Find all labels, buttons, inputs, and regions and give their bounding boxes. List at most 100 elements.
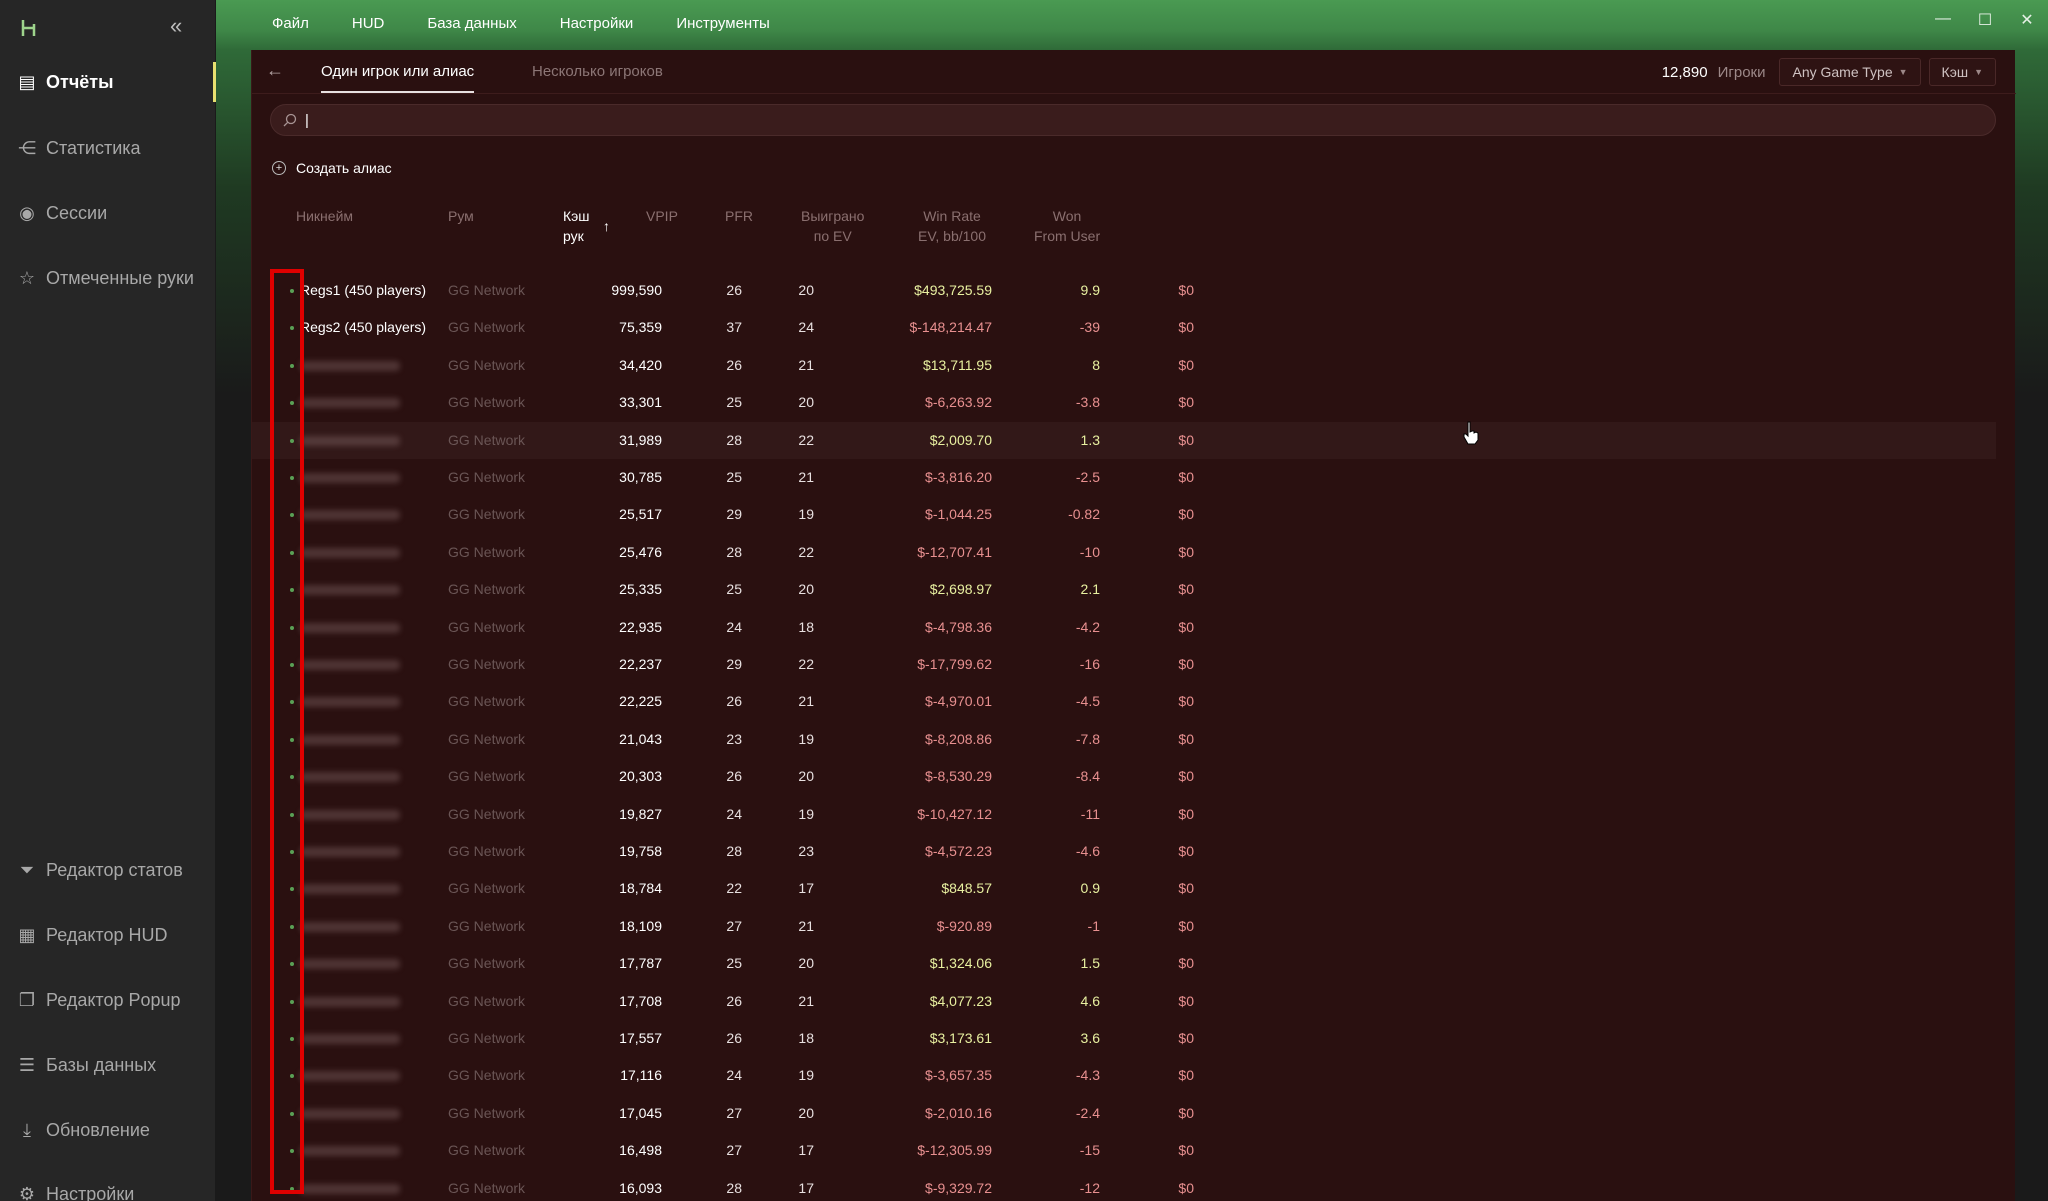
- table-row[interactable]: GG Network 19,758 28 23 $-4,572.23 -4.6 $0: [252, 833, 1996, 870]
- table-row[interactable]: GG Network 25,476 28 22 $-12,707.41 -10 $0: [252, 534, 1996, 571]
- tab-multiple-players[interactable]: Несколько игроков: [532, 63, 663, 80]
- table-row[interactable]: Regs2 (450 players) GG Network 75,359 37 24 $…: [252, 309, 1996, 346]
- cell-won-ev: $-4,970.01: [925, 693, 992, 710]
- create-alias-button[interactable]: + Создать алиас: [272, 160, 392, 176]
- sidebar-item-b3[interactable]: ☰ Базы данных: [0, 1041, 216, 1089]
- table-row[interactable]: GG Network 22,237 29 22 $-17,799.62 -16 $0: [252, 646, 1996, 683]
- cell-hands: 31,989: [619, 431, 662, 448]
- cell-win-rate: 4.6: [1080, 992, 1100, 1009]
- column-wfu-line1: Won: [1052, 208, 1082, 224]
- search-box[interactable]: [270, 104, 1996, 136]
- cell-hands: 30,785: [619, 469, 662, 485]
- column-won-ev[interactable]: Выиграно по EV: [801, 206, 864, 246]
- cell-won-ev: $-12,305.99: [917, 1142, 992, 1159]
- close-icon[interactable]: ✕: [2006, 10, 2048, 30]
- cell-won-ev: $-8,208.86: [925, 730, 992, 747]
- column-pfr[interactable]: PFR: [725, 206, 753, 226]
- table-row[interactable]: GG Network 17,708 26 21 $4,077.23 4.6 $0: [252, 983, 1996, 1020]
- table-row[interactable]: GG Network 22,225 26 21 $-4,970.01 -4.5 $0: [252, 683, 1996, 720]
- search-icon: [283, 113, 297, 127]
- column-win-rate[interactable]: Win Rate EV, bb/100: [918, 206, 986, 246]
- cell-room: GG Network: [448, 1142, 526, 1159]
- table-row[interactable]: GG Network 16,093 28 17 $-9,329.72 -12 $0: [252, 1170, 1996, 1201]
- menu-item[interactable]: Инструменты: [676, 15, 770, 32]
- table-row[interactable]: GG Network 19,827 24 19 $-10,427.12 -11 $0: [252, 796, 1996, 833]
- tab-single-player[interactable]: Один игрок или алиас: [321, 63, 475, 93]
- menu-item[interactable]: Файл: [272, 15, 309, 32]
- sidebar-item-label: Редактор Popup: [46, 989, 181, 1010]
- column-hands-line1: Кэш: [563, 208, 590, 224]
- column-room[interactable]: Рум: [448, 206, 474, 226]
- cell-pfr: 21: [798, 917, 814, 934]
- table-row[interactable]: GG Network 17,045 27 20 $-2,010.16 -2.4 $0: [252, 1095, 1996, 1132]
- sidebar-item-b5[interactable]: ⚙ Настройки: [0, 1170, 216, 1201]
- column-nick[interactable]: Никнейм: [296, 206, 353, 226]
- sidebar-item-t3[interactable]: ☆ Отмеченные руки: [0, 254, 216, 302]
- cell-vpip: 25: [726, 955, 742, 972]
- table-row[interactable]: GG Network 18,109 27 21 $-920.89 -1 $0: [252, 908, 1996, 945]
- sidebar-item-t0[interactable]: ▤ Отчёты: [0, 58, 216, 106]
- cell-won-ev: $-9,329.72: [925, 1179, 992, 1196]
- sidebar-item-label: Отмеченные руки: [46, 267, 194, 288]
- sidebar-item-t2[interactable]: ◉ Сессии: [0, 189, 216, 237]
- sidebar-item-label: Базы данных: [46, 1054, 157, 1075]
- cell-hands: 20,303: [619, 768, 662, 785]
- table-row[interactable]: GG Network 25,517 29 19 $-1,044.25 -0.82 $0: [252, 496, 1996, 533]
- sidebar-item-t1[interactable]: ⋲ Статистика: [0, 124, 216, 172]
- sidebar-item-b1[interactable]: ▦ Редактор HUD: [0, 911, 216, 959]
- cell-won-from-user: $0: [1178, 805, 1194, 822]
- table-row[interactable]: GG Network 25,335 25 20 $2,698.97 2.1 $0: [252, 571, 1996, 608]
- table-row[interactable]: GG Network 20,303 26 20 $-8,530.29 -8.4 $0: [252, 758, 1996, 795]
- table-row[interactable]: GG Network 30,785 25 21 $-3,816.20 -2.5 $0: [252, 459, 1996, 496]
- minimize-icon[interactable]: —: [1922, 10, 1964, 30]
- table-row[interactable]: GG Network 17,557 26 18 $3,173.61 3.6 $0: [252, 1020, 1996, 1057]
- table-row[interactable]: GG Network 31,989 28 22 $2,009.70 1.3 $0: [252, 421, 1996, 459]
- menu-item[interactable]: Настройки: [560, 15, 634, 32]
- mode-dropdown[interactable]: Кэш ▼: [1928, 58, 1996, 86]
- cell-won-from-user: $0: [1178, 1030, 1194, 1046]
- cell-win-rate: -8.4: [1075, 768, 1100, 785]
- table-row[interactable]: GG Network 17,116 24 19 $-3,657.35 -4.3 $0: [252, 1057, 1996, 1094]
- menu-item[interactable]: База данных: [427, 15, 516, 32]
- cell-room: GG Network: [448, 469, 526, 485]
- cell-win-rate: -4.3: [1075, 1067, 1100, 1084]
- cell-hands: 999,590: [611, 282, 662, 298]
- cell-won-ev: $2,698.97: [929, 581, 992, 598]
- table-row[interactable]: GG Network 21,043 23 19 $-8,208.86 -7.8 $0: [252, 721, 1996, 758]
- table-row[interactable]: GG Network 22,935 24 18 $-4,798.36 -4.2 $0: [252, 609, 1996, 646]
- table-row[interactable]: GG Network 34,420 26 21 $13,711.95 8 $0: [252, 347, 1996, 384]
- maximize-icon[interactable]: ☐: [1964, 10, 2006, 30]
- table-row[interactable]: GG Network 18,784 22 17 $848.57 0.9 $0: [252, 870, 1996, 907]
- column-won-from-user[interactable]: Won From User: [1034, 206, 1100, 246]
- search-input[interactable]: [305, 111, 1955, 129]
- collapse-sidebar-icon[interactable]: «: [170, 14, 182, 38]
- cell-vpip: 25: [726, 581, 742, 598]
- cell-hands: 19,758: [619, 843, 662, 859]
- cell-nickname-blurred: [300, 360, 400, 371]
- layout-icon: ▦: [18, 924, 36, 945]
- cell-nickname-blurred: [300, 697, 400, 708]
- sidebar-item-b2[interactable]: ❐ Редактор Popup: [0, 976, 216, 1024]
- cell-hands: 17,045: [619, 1104, 662, 1121]
- table-row[interactable]: GG Network 17,787 25 20 $1,324.06 1.5 $0: [252, 945, 1996, 982]
- sidebar-item-label: Отчёты: [46, 71, 114, 92]
- sidebar-item-b0[interactable]: ⏷ Редактор статов: [0, 846, 216, 894]
- cell-win-rate: 0.9: [1080, 880, 1100, 897]
- cell-room: GG Network: [448, 992, 526, 1009]
- cell-nickname-blurred: [300, 1146, 400, 1157]
- column-vpip[interactable]: VPIP: [646, 206, 678, 226]
- sidebar-item-b4[interactable]: ⤓ Обновление: [0, 1106, 216, 1154]
- cell-hands: 16,093: [619, 1179, 662, 1196]
- column-hands[interactable]: Кэш рук ↑: [563, 206, 610, 246]
- table-row[interactable]: Regs1 (450 players) GG Network 999,590 26 20…: [252, 272, 1996, 309]
- cell-vpip: 23: [726, 730, 742, 747]
- game-type-dropdown[interactable]: Any Game Type ▼: [1779, 58, 1921, 86]
- cell-won-from-user: $0: [1178, 319, 1194, 336]
- table-row[interactable]: GG Network 33,301 25 20 $-6,263.92 -3.8 $0: [252, 384, 1996, 421]
- table-row[interactable]: GG Network 16,498 27 17 $-12,305.99 -15 $0: [252, 1132, 1996, 1169]
- menu-item[interactable]: HUD: [352, 15, 385, 32]
- back-arrow-icon[interactable]: ←: [266, 60, 284, 81]
- cell-win-rate: -3.8: [1075, 394, 1100, 411]
- cell-won-ev: $2,009.70: [929, 431, 992, 448]
- mode-value: Кэш: [1941, 64, 1969, 80]
